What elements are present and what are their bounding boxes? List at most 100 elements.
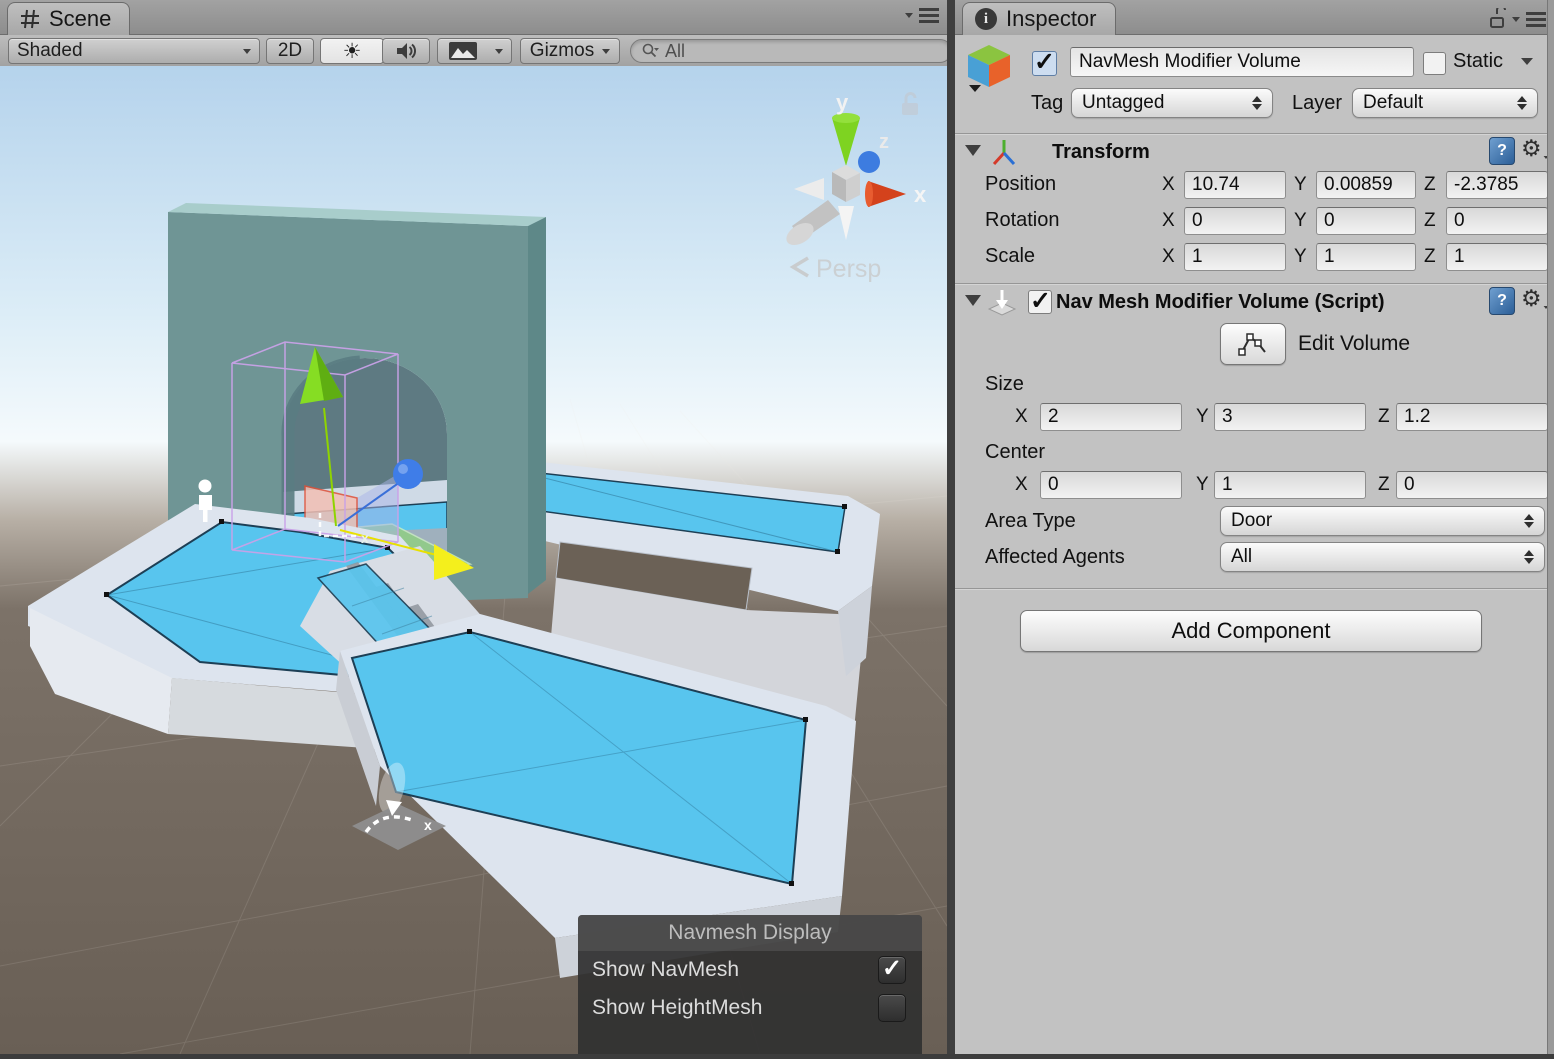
- rotation-x-field[interactable]: 0: [1184, 207, 1286, 235]
- scale-x-field[interactable]: 1: [1184, 243, 1286, 271]
- show-heightmesh-label: Show HeightMesh: [592, 996, 762, 1020]
- scene-3d-render: x x y z: [0, 66, 947, 1054]
- search-input[interactable]: [663, 40, 897, 63]
- speaker-icon: [395, 40, 417, 62]
- axis-x-label: x: [914, 182, 927, 207]
- sun-icon: ☀: [343, 39, 362, 64]
- affected-agents-value: All: [1231, 546, 1524, 568]
- gizmos-label: Gizmos: [522, 40, 602, 62]
- layer-dropdown[interactable]: Default: [1352, 88, 1538, 118]
- transform-icon: [989, 137, 1019, 167]
- size-label: Size: [985, 373, 1024, 396]
- position-x-field[interactable]: 10.74: [1184, 171, 1286, 199]
- tag-dropdown[interactable]: Untagged: [1071, 88, 1273, 118]
- pane-menu-icon[interactable]: [1526, 12, 1546, 27]
- scene-panel: Scene Shaded 2D ☀: [0, 0, 947, 1054]
- area-type-label: Area Type: [985, 510, 1076, 533]
- axis-x: X: [1162, 246, 1175, 268]
- scene-tab-label: Scene: [49, 6, 111, 32]
- navmesh-foldout[interactable]: [965, 295, 981, 306]
- effects-dropdown[interactable]: [487, 38, 512, 64]
- gizmos-dropdown[interactable]: Gizmos: [520, 38, 620, 64]
- inspector-tabstrip: i Inspector: [955, 0, 1554, 35]
- scene-search-field[interactable]: [630, 39, 952, 63]
- audio-toggle-button[interactable]: [382, 38, 430, 64]
- axis-y: Y: [1294, 174, 1307, 196]
- position-z-field[interactable]: -2.3785: [1446, 171, 1548, 199]
- tag-label: Tag: [1031, 92, 1063, 115]
- updown-icon: [1517, 96, 1527, 110]
- help-icon[interactable]: ?: [1489, 287, 1515, 315]
- chevron-down-icon: [243, 49, 251, 54]
- inspector-panel: i Inspector Static Tag Untagged: [955, 0, 1554, 1054]
- axis-z: Z: [1424, 174, 1436, 196]
- size-z-field[interactable]: 1.2: [1396, 403, 1548, 431]
- show-heightmesh-checkbox[interactable]: [878, 994, 906, 1022]
- tab-inspector[interactable]: i Inspector: [962, 2, 1116, 35]
- transform-title: Transform: [1052, 141, 1150, 164]
- rotation-z-field[interactable]: 0: [1446, 207, 1548, 235]
- axis-y: Y: [1196, 474, 1209, 496]
- axis-z-label: z: [879, 131, 889, 153]
- panel-divider[interactable]: [947, 0, 955, 1054]
- navmesh-title: Nav Mesh Modifier Volume (Script): [1056, 291, 1385, 314]
- shading-mode-dropdown[interactable]: Shaded: [8, 38, 260, 64]
- svg-text:x: x: [424, 817, 432, 833]
- tag-value: Untagged: [1082, 92, 1252, 114]
- inspector-tab-label: Inspector: [1006, 6, 1097, 32]
- 2d-toggle-button[interactable]: 2D: [266, 38, 314, 64]
- pane-dropdown-icon[interactable]: [1512, 17, 1520, 22]
- center-z-field[interactable]: 0: [1396, 471, 1548, 499]
- gear-icon[interactable]: ⚙: [1521, 287, 1550, 310]
- position-y-field[interactable]: 0.00859: [1316, 171, 1416, 199]
- center-x-field[interactable]: 0: [1040, 471, 1182, 499]
- gameobject-enabled-checkbox[interactable]: [1032, 51, 1057, 76]
- unlock-icon[interactable]: [1488, 8, 1506, 30]
- size-y-field[interactable]: 3: [1214, 403, 1366, 431]
- inspector-body: Static Tag Untagged Layer Default Transf…: [955, 35, 1554, 1054]
- chevron-down-icon: [602, 49, 610, 54]
- center-y-field[interactable]: 1: [1214, 471, 1366, 499]
- axis-y: Y: [1294, 246, 1307, 268]
- chevron-down-icon: [495, 49, 503, 54]
- image-icon: [449, 42, 477, 60]
- updown-icon: [1524, 514, 1534, 528]
- navmesh-enabled-checkbox[interactable]: [1028, 290, 1052, 314]
- axis-y: Y: [1196, 406, 1209, 428]
- affected-agents-dropdown[interactable]: All: [1220, 542, 1545, 572]
- persp-label: Persp: [816, 255, 881, 283]
- size-x-field[interactable]: 2: [1040, 403, 1182, 431]
- show-navmesh-label: Show NavMesh: [592, 958, 739, 982]
- show-navmesh-row: Show NavMesh: [578, 951, 922, 989]
- z-axis-sphere[interactable]: [393, 459, 423, 489]
- scale-y-field[interactable]: 1: [1316, 243, 1416, 271]
- info-icon: i: [975, 8, 997, 30]
- effects-toggle-button[interactable]: [437, 38, 489, 64]
- navmesh-script-icon: [987, 287, 1017, 317]
- search-icon: [641, 42, 659, 60]
- edit-volume-button[interactable]: [1220, 323, 1286, 365]
- rotation-y-field[interactable]: 0: [1316, 207, 1416, 235]
- static-dropdown-icon[interactable]: [1521, 58, 1533, 65]
- scene-viewport[interactable]: x x y z: [0, 66, 947, 1054]
- lighting-toggle-button[interactable]: ☀: [320, 38, 384, 64]
- scale-z-field[interactable]: 1: [1446, 243, 1548, 271]
- inspector-scroll-edge[interactable]: [1547, 0, 1554, 1054]
- axis-z: Z: [1424, 210, 1436, 232]
- show-navmesh-checkbox[interactable]: [878, 956, 906, 984]
- gameobject-name-field[interactable]: [1070, 47, 1414, 77]
- area-type-value: Door: [1231, 510, 1524, 532]
- gear-icon[interactable]: ⚙: [1521, 137, 1550, 160]
- area-type-dropdown[interactable]: Door: [1220, 506, 1545, 536]
- tab-scene[interactable]: Scene: [7, 2, 130, 35]
- gameobject-cube-icon[interactable]: [963, 41, 1015, 95]
- edit-volume-label: Edit Volume: [1298, 332, 1410, 356]
- help-icon[interactable]: ?: [1489, 137, 1515, 165]
- add-component-button[interactable]: Add Component: [1020, 610, 1482, 652]
- pane-menu-icon[interactable]: [919, 8, 939, 23]
- axis-y: Y: [1294, 210, 1307, 232]
- transform-foldout[interactable]: [965, 145, 981, 156]
- static-checkbox[interactable]: [1423, 52, 1446, 75]
- pane-dropdown-icon[interactable]: [905, 13, 913, 18]
- gizmo-z-sphere[interactable]: [858, 151, 880, 173]
